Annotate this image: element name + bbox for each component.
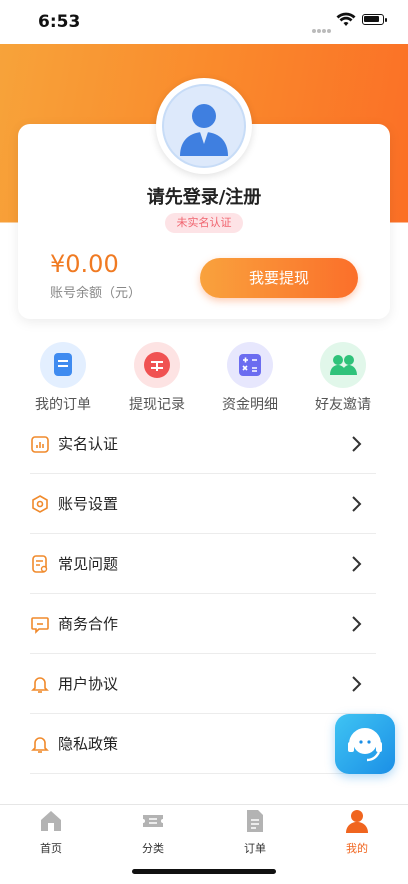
tab-home[interactable]: 首页 <box>21 808 81 856</box>
bell-icon <box>31 677 49 693</box>
menu-item-label: 商务合作 <box>58 615 119 633</box>
menu-item-real-name-verification[interactable]: 实名认证 <box>30 414 376 474</box>
menu-item-label: 用户协议 <box>58 675 119 693</box>
quick-action-label: 资金明细 <box>222 397 278 413</box>
chart-icon <box>31 436 49 453</box>
headset-icon <box>348 728 382 762</box>
bell-icon <box>31 737 49 753</box>
ticket-icon <box>143 815 163 827</box>
menu-item-label: 账号设置 <box>58 495 119 513</box>
status-time: 6:53 <box>38 12 81 32</box>
menu-item-label: 常见问题 <box>58 555 119 573</box>
menu-item-privacy-policy[interactable]: 隐私政策 <box>30 714 376 774</box>
withdraw-record-icon <box>134 342 180 388</box>
quick-action-label: 我的订单 <box>35 397 91 413</box>
order-icon <box>40 342 86 388</box>
settings-icon <box>32 495 48 513</box>
quick-action-label: 好友邀请 <box>315 397 371 413</box>
menu-item-label: 隐私政策 <box>58 735 119 753</box>
chevron-right-icon <box>352 436 362 452</box>
home-icon <box>41 811 61 831</box>
friends-icon <box>320 342 366 388</box>
login-register-title[interactable]: 请先登录/注册 <box>0 183 408 209</box>
chevron-right-icon <box>352 676 362 692</box>
quick-action-label: 提现记录 <box>129 397 185 413</box>
chevron-right-icon <box>352 496 362 512</box>
user-avatar-icon <box>180 104 228 156</box>
battery-icon <box>362 14 387 25</box>
avatar[interactable] <box>162 84 246 168</box>
menu-item-faq[interactable]: 常见问题 <box>30 534 376 594</box>
faq-icon <box>32 555 48 573</box>
signal-dots-icon <box>312 18 334 33</box>
tab-label: 我的 <box>346 842 368 855</box>
chevron-right-icon <box>352 556 362 572</box>
divider <box>30 773 376 774</box>
tab-category[interactable]: 分类 <box>123 808 183 856</box>
menu-item-user-agreement[interactable]: 用户协议 <box>30 654 376 714</box>
tab-label: 分类 <box>142 842 164 855</box>
balance-amount: ¥0.00 <box>50 250 119 278</box>
quick-action-fund-details[interactable]: 资金明细 <box>204 342 296 414</box>
wifi-icon <box>336 12 356 26</box>
menu-item-label: 实名认证 <box>58 435 119 453</box>
menu-item-business-cooperation[interactable]: 商务合作 <box>30 594 376 654</box>
tab-label: 订单 <box>244 842 266 855</box>
quick-action-invite-friends[interactable]: 好友邀请 <box>297 342 389 414</box>
menu-item-account-settings[interactable]: 账号设置 <box>30 474 376 534</box>
chevron-right-icon <box>352 616 362 632</box>
user-icon <box>346 810 368 833</box>
balance-label: 账号余额（元） <box>50 286 142 301</box>
document-icon <box>247 810 263 832</box>
verification-status-badge: 未实名认证 <box>165 213 243 233</box>
tab-label: 首页 <box>40 842 62 855</box>
quick-action-orders[interactable]: 我的订单 <box>17 342 109 414</box>
message-icon <box>31 617 49 634</box>
tab-orders[interactable]: 订单 <box>225 808 285 856</box>
calculator-icon <box>227 342 273 388</box>
customer-service-button[interactable] <box>335 714 395 774</box>
quick-action-withdraw-records[interactable]: 提现记录 <box>111 342 203 414</box>
home-indicator <box>132 869 276 874</box>
withdraw-button[interactable]: 我要提现 <box>200 258 358 298</box>
tab-mine[interactable]: 我的 <box>327 808 387 856</box>
